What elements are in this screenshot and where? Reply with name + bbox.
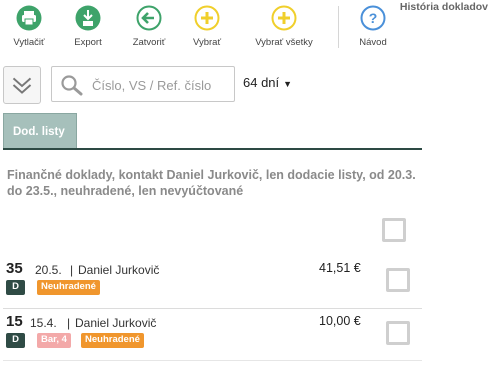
filter-description: Finančné doklady, kontakt Daniel Jurkovi…: [7, 168, 416, 198]
separator: |: [67, 316, 71, 330]
days-filter-select[interactable]: 64 dní ▼: [243, 75, 292, 90]
tab-delivery-notes[interactable]: Dod. listy: [3, 113, 77, 149]
print-button[interactable]: Vytlačiť: [10, 5, 48, 48]
print-label: Vytlačiť: [13, 37, 45, 48]
expand-filters-button[interactable]: [3, 66, 41, 104]
select-all-label: Vybrať všetky: [255, 37, 313, 48]
separator: |: [70, 263, 74, 277]
printer-icon: [16, 5, 42, 31]
close-button[interactable]: Zatvoriť: [129, 5, 169, 48]
document-amount: 10,00 €: [319, 314, 361, 328]
caret-down-icon: ▼: [283, 79, 293, 89]
history-title: História dokladov: [399, 1, 488, 13]
help-button[interactable]: ? Návod: [355, 5, 391, 48]
help-label: Návod: [359, 37, 387, 48]
document-row[interactable]: 15 15.4. | Daniel Jurkovič 10,00 € D Bar…: [3, 313, 422, 365]
question-icon: ?: [360, 5, 386, 31]
status-badge: Neuhradené: [81, 333, 144, 348]
document-number: 35: [6, 260, 23, 277]
document-number: 15: [6, 313, 23, 330]
select-label: Vybrať: [192, 37, 222, 48]
search-box: [51, 66, 235, 102]
export-label: Export: [74, 37, 102, 48]
plus-icon: [194, 5, 220, 31]
search-input[interactable]: [92, 75, 230, 95]
export-button[interactable]: Export: [71, 5, 105, 48]
row-checkbox[interactable]: [386, 321, 410, 345]
arrow-left-icon: [136, 5, 162, 31]
document-contact: Daniel Jurkovič: [75, 316, 157, 330]
select-all-button[interactable]: Vybrať všetky: [249, 5, 319, 48]
tab-label: Dod. listy: [13, 126, 65, 138]
toolbar: Vytlačiť Export Zatvoriť Vybrať Vybrať v…: [0, 0, 494, 56]
double-chevron-down-icon: [12, 77, 32, 94]
document-date: 15.4.: [30, 316, 57, 330]
select-all-checkbox[interactable]: [382, 218, 406, 242]
payment-badge: Bar, 4: [37, 333, 71, 348]
type-badge: D: [6, 333, 25, 348]
days-filter-value: 64 dní: [243, 75, 280, 90]
select-button[interactable]: Vybrať: [189, 5, 225, 48]
plus-icon: [271, 5, 297, 31]
row-checkbox[interactable]: [386, 268, 410, 292]
document-row[interactable]: 35 20.5. | Daniel Jurkovič 41,51 € D Neu…: [3, 260, 422, 312]
tab-underline: [3, 148, 422, 150]
document-amount: 41,51 €: [319, 261, 361, 275]
document-contact: Daniel Jurkovič: [78, 263, 160, 277]
document-date: 20.5.: [35, 263, 62, 277]
svg-text:?: ?: [369, 10, 378, 26]
status-badge: Neuhradené: [37, 280, 100, 295]
toolbar-divider: [338, 6, 339, 48]
magnifier-icon: [61, 75, 83, 96]
row-divider: [3, 308, 422, 309]
download-icon: [75, 5, 101, 31]
type-badge: D: [6, 280, 25, 295]
close-label: Zatvoriť: [132, 37, 166, 48]
list-bottom-divider: [3, 360, 422, 361]
